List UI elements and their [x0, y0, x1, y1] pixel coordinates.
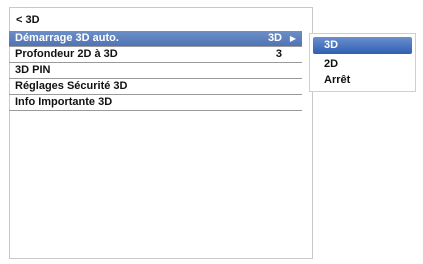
menu-item-3d-pin[interactable]: 3D PIN [9, 63, 302, 79]
settings-menu: Démarrage 3D auto. 3D ▶ Profondeur 2D à … [9, 31, 302, 111]
chevron-right-icon: ▶ [289, 34, 296, 43]
back-title[interactable]: < 3D [16, 14, 40, 26]
menu-item-label: Démarrage 3D auto. [15, 32, 119, 44]
menu-item-3d-safety-settings[interactable]: Réglages Sécurité 3D [9, 79, 302, 95]
menu-item-label: Info Importante 3D [15, 96, 113, 108]
menu-item-auto-3d-start[interactable]: Démarrage 3D auto. 3D ▶ [9, 31, 302, 47]
menu-item-3d-important-info[interactable]: Info Importante 3D [9, 95, 302, 111]
auto-3d-options-popup: 3D 2D Arrêt [309, 33, 416, 92]
menu-item-label: Réglages Sécurité 3D [15, 80, 128, 92]
menu-item-label: 3D PIN [15, 64, 51, 76]
option-off[interactable]: Arrêt [310, 72, 415, 88]
menu-item-value: 3D [267, 32, 282, 44]
menu-item-2d-to-3d-depth[interactable]: Profondeur 2D à 3D 3 [9, 47, 302, 63]
option-3d[interactable]: 3D [313, 37, 412, 54]
menu-item-label: Profondeur 2D à 3D [15, 48, 118, 60]
option-2d[interactable]: 2D [310, 56, 415, 72]
menu-item-value: 3 [275, 48, 282, 60]
